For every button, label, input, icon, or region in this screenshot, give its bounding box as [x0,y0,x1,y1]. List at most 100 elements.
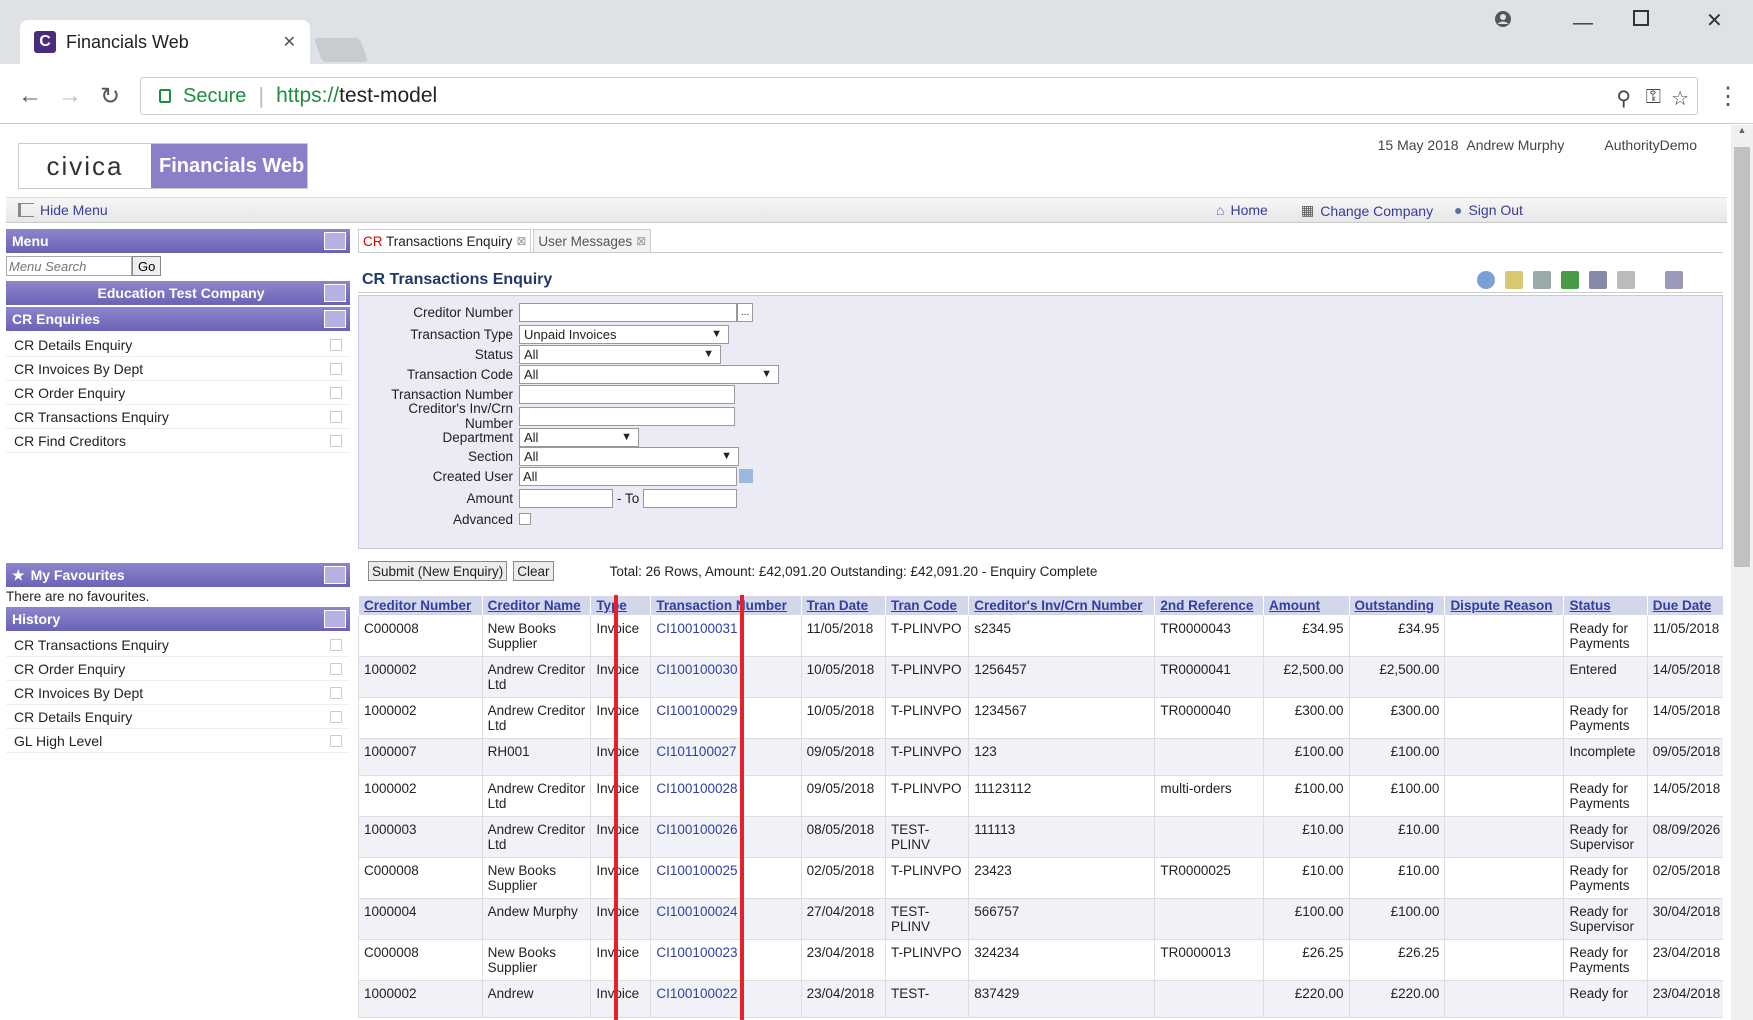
browser-menu-icon[interactable]: ⋮ [1716,82,1740,111]
sidebar-item-cr-transactions-enquiry[interactable]: CR Transactions Enquiry [6,405,350,429]
transaction-code-select[interactable]: All ▼ [519,364,779,384]
transaction-number-input[interactable] [519,384,735,404]
window-close-icon[interactable]: ✕ [1706,8,1723,33]
favourites-collapse-icon[interactable] [324,566,346,584]
column-header[interactable]: Creditor Name [481,595,592,616]
advanced-checkbox[interactable] [519,513,531,525]
created-user-input[interactable]: All [519,466,737,486]
tab-user-messages[interactable]: User Messages ⊠ [533,229,652,252]
home-link[interactable]: ⌂ Home [1216,202,1268,218]
open-external-icon[interactable] [330,363,342,375]
status-select[interactable]: All ▼ [519,344,721,364]
column-header[interactable]: Dispute Reason [1444,595,1565,616]
filter-icon[interactable] [1617,271,1635,289]
open-external-icon[interactable] [330,711,342,723]
close-tab-icon[interactable]: ✕ [283,32,296,52]
browse-button[interactable]: ... [737,302,753,322]
sidebar-item-cr-invoices-by-dept[interactable]: CR Invoices By Dept [6,357,350,381]
table-row[interactable]: C000008 New Books Supplier Invoice CI100100… [358,615,1723,657]
transaction-number-link[interactable]: CI100100029 [650,697,802,739]
sidebar-item-cr-details-enquiry[interactable]: CR Details Enquiry [6,333,350,357]
transaction-number-link[interactable]: CI100100028 [650,775,802,817]
company-header[interactable]: Education Test Company [6,281,350,305]
cr-enquiries-header[interactable]: CR Enquiries [6,307,350,331]
dropdown-filter-icon[interactable] [739,469,753,483]
table-row[interactable]: C000008 New Books Supplier Invoice CI100100… [358,939,1723,981]
history-header[interactable]: History [6,607,350,631]
table-row[interactable]: 1000007 RH001 Invoice CI101100027 09/05/2018… [358,738,1723,776]
scrollbar-thumb[interactable] [1734,147,1750,567]
open-external-icon[interactable] [330,663,342,675]
zoom-icon[interactable]: ⚲ [1616,86,1631,111]
submit-button[interactable]: Submit (New Enquiry) [368,561,508,581]
help-icon[interactable] [1477,271,1495,289]
transaction-number-link[interactable]: CI101100027 [650,738,802,776]
address-bar[interactable]: Secure | https://test-model ⚲ ⚿ ☆ [140,77,1698,115]
creditor-number-input[interactable] [519,302,737,322]
sidebar-item-cr-order-enquiry[interactable]: CR Order Enquiry [6,381,350,405]
window-icon[interactable] [1665,271,1683,289]
open-external-icon[interactable] [330,411,342,423]
page-scrollbar[interactable]: ▲ [1731,125,1753,1020]
clear-button[interactable]: Clear [513,561,554,581]
open-external-icon[interactable] [330,387,342,399]
columns-icon[interactable] [1589,271,1607,289]
hide-menu-button[interactable]: Hide Menu [18,202,108,218]
creditor-inv-input[interactable] [519,406,735,426]
table-row[interactable]: 1000002 Andrew Invoice CI100100022 23/04/201… [358,980,1723,1018]
back-arrow-icon[interactable]: ← [18,82,42,110]
export-icon[interactable] [1505,271,1523,289]
amount-to-input[interactable] [643,488,738,508]
transaction-number-link[interactable]: CI100100025 [650,857,802,899]
sign-out-link[interactable]: ● Sign Out [1454,202,1523,218]
menu-search-input[interactable] [6,256,132,276]
company-collapse-icon[interactable] [324,284,346,302]
column-header[interactable]: Type [590,595,652,616]
column-header[interactable]: Tran Code [885,595,970,616]
change-company-link[interactable]: ▦ Change Company [1301,202,1433,219]
open-external-icon[interactable] [330,687,342,699]
table-row[interactable]: 1000002 Andrew Creditor Ltd Invoice CI10010… [358,656,1723,698]
url-text[interactable]: https://test-model [276,84,437,108]
history-item[interactable]: CR Details Enquiry [6,705,350,729]
forward-arrow-icon[interactable]: → [58,82,82,110]
transaction-type-select[interactable]: Unpaid Invoices ▼ [519,324,729,344]
history-item[interactable]: CR Transactions Enquiry [6,633,350,657]
history-item[interactable]: GL High Level [6,729,350,753]
favourites-header[interactable]: ★ My Favourites [6,563,350,587]
transaction-number-link[interactable]: CI100100031 [650,615,802,657]
close-tab-icon[interactable]: ⊠ [636,234,646,248]
open-external-icon[interactable] [330,639,342,651]
maximize-icon[interactable] [1633,10,1649,26]
column-header[interactable]: 2nd Reference [1154,595,1264,616]
transaction-number-link[interactable]: CI100100030 [650,656,802,698]
column-header[interactable]: Status [1563,595,1648,616]
column-header[interactable]: Creditor Number [358,595,483,616]
department-select[interactable]: All ▼ [519,427,639,447]
browser-tab[interactable]: C Financials Web ✕ [20,20,310,64]
scroll-up-icon[interactable]: ▲ [1731,125,1753,135]
menu-collapse-icon[interactable] [324,232,346,250]
column-header[interactable]: Outstanding [1348,595,1446,616]
column-header[interactable]: Amount [1262,595,1350,616]
print-icon[interactable] [1533,271,1551,289]
transaction-number-link[interactable]: CI100100024 [650,898,802,940]
menu-go-button[interactable]: Go [132,256,162,276]
column-header[interactable]: Due Date [1646,595,1723,616]
table-row[interactable]: C000008 New Books Supplier Invoice CI100100… [358,857,1723,899]
open-external-icon[interactable] [330,735,342,747]
column-header[interactable]: Creditor's Inv/Crn Number [968,595,1156,616]
table-row[interactable]: 1000004 Andew Murphy Invoice CI100100024 27/… [358,898,1723,940]
history-collapse-icon[interactable] [324,610,346,628]
column-header[interactable]: Transaction Number [650,595,802,616]
section-collapse-icon[interactable] [324,310,346,328]
section-select[interactable]: All ▼ [519,446,739,466]
amount-from-input[interactable] [519,488,613,508]
sidebar-item-cr-find-creditors[interactable]: CR Find Creditors [6,429,350,453]
table-row[interactable]: 1000002 Andrew Creditor Ltd Invoice CI10010… [358,697,1723,739]
minimize-icon[interactable]: — [1573,12,1593,35]
history-item[interactable]: CR Order Enquiry [6,657,350,681]
transaction-number-link[interactable]: CI100100023 [650,939,802,981]
bookmark-star-icon[interactable]: ☆ [1671,86,1689,111]
new-tab-button[interactable] [313,38,369,62]
